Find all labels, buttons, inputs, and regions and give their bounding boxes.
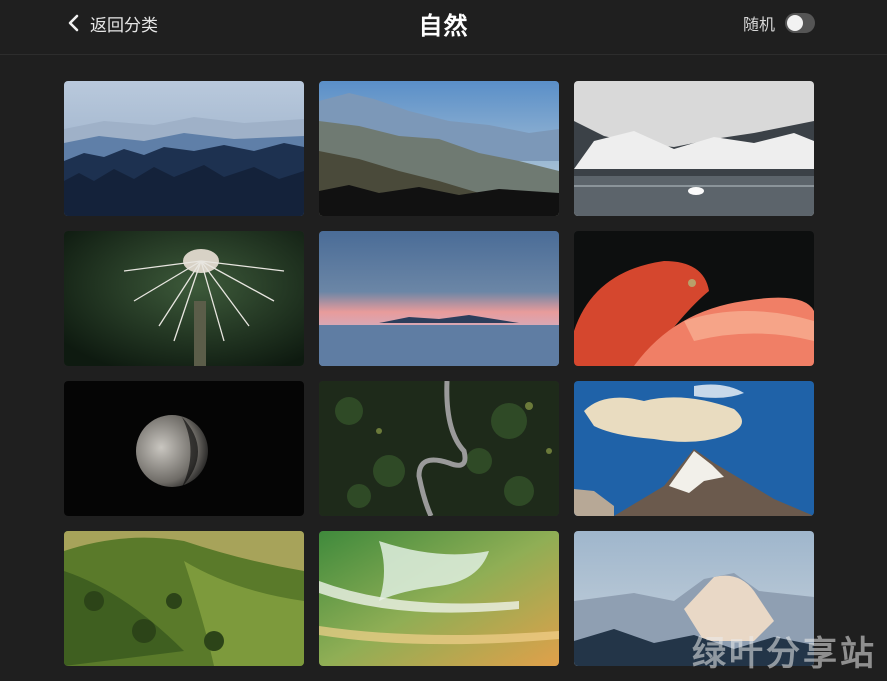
wallpaper-thumbnail bbox=[319, 531, 559, 666]
wallpaper-tile-sunset-sea-clouds[interactable] bbox=[319, 231, 559, 366]
wallpaper-thumbnail bbox=[64, 531, 304, 666]
image-grid bbox=[0, 0, 887, 681]
wallpaper-thumbnail bbox=[319, 381, 559, 516]
wallpaper-tile-snowy-lake-swan[interactable] bbox=[574, 81, 814, 216]
wallpaper-thumbnail bbox=[319, 81, 559, 216]
wallpaper-thumbnail bbox=[64, 231, 304, 366]
wallpaper-tile-forest-winding-road[interactable] bbox=[319, 381, 559, 516]
wallpaper-tile-flamingo[interactable] bbox=[574, 231, 814, 366]
wallpaper-tile-blue-mountain-forest[interactable] bbox=[64, 81, 304, 216]
wallpaper-tile-moon[interactable] bbox=[64, 381, 304, 516]
wallpaper-tile-misty-mountain-valley[interactable] bbox=[319, 81, 559, 216]
wallpaper-thumbnail bbox=[574, 231, 814, 366]
wallpaper-thumbnail bbox=[574, 381, 814, 516]
wallpaper-thumbnail bbox=[64, 81, 304, 216]
wallpaper-tile-dandelion[interactable] bbox=[64, 231, 304, 366]
wallpaper-thumbnail bbox=[574, 81, 814, 216]
wallpaper-tile-snowy-peak-blue-sky[interactable] bbox=[574, 381, 814, 516]
wallpaper-tile-green-hills[interactable] bbox=[64, 531, 304, 666]
wallpaper-thumbnail bbox=[319, 231, 559, 366]
watermark: 绿叶分享站 bbox=[692, 634, 877, 674]
wallpaper-thumbnail bbox=[64, 381, 304, 516]
wallpaper-tile-aerial-beach-waves[interactable] bbox=[319, 531, 559, 666]
wallpaper-category-page: 返回分类 自然 随机 绿叶分享站 bbox=[0, 0, 887, 681]
